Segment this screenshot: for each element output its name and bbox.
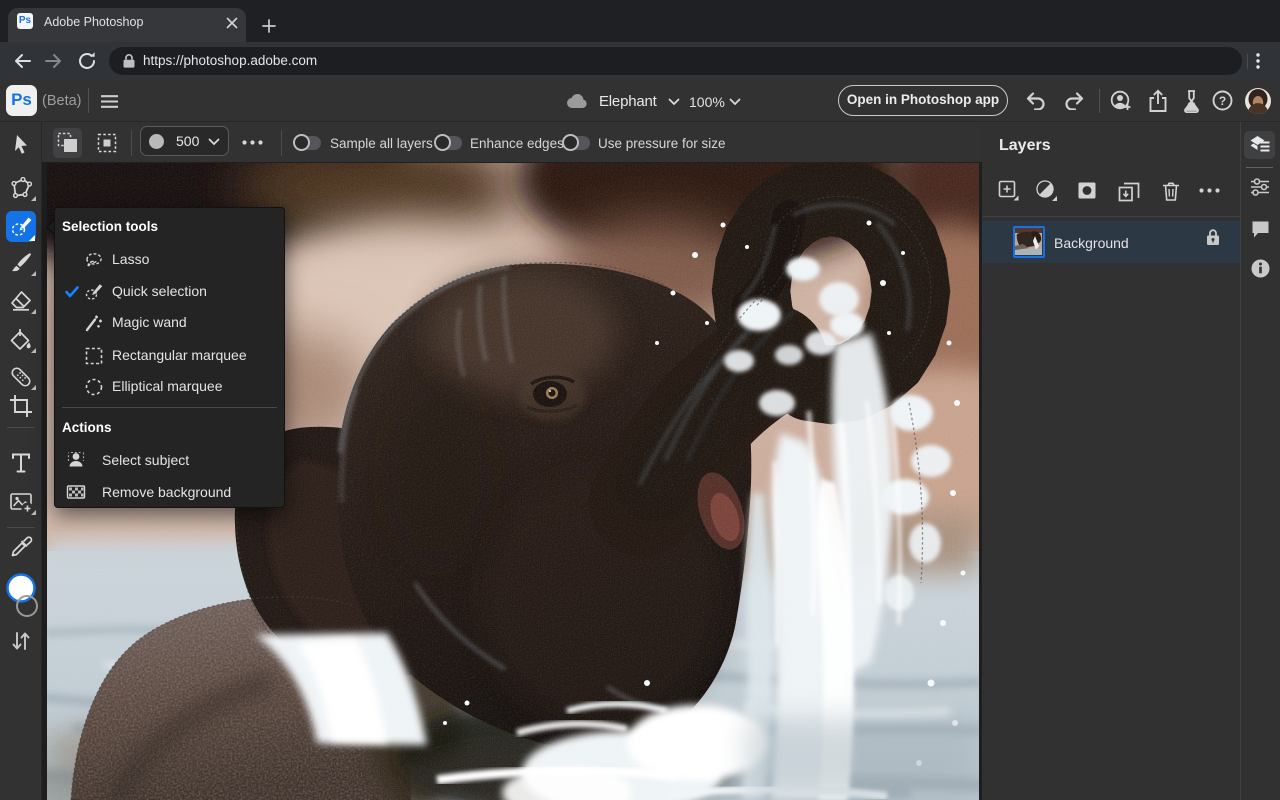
svg-text:?: ?	[1219, 94, 1226, 108]
